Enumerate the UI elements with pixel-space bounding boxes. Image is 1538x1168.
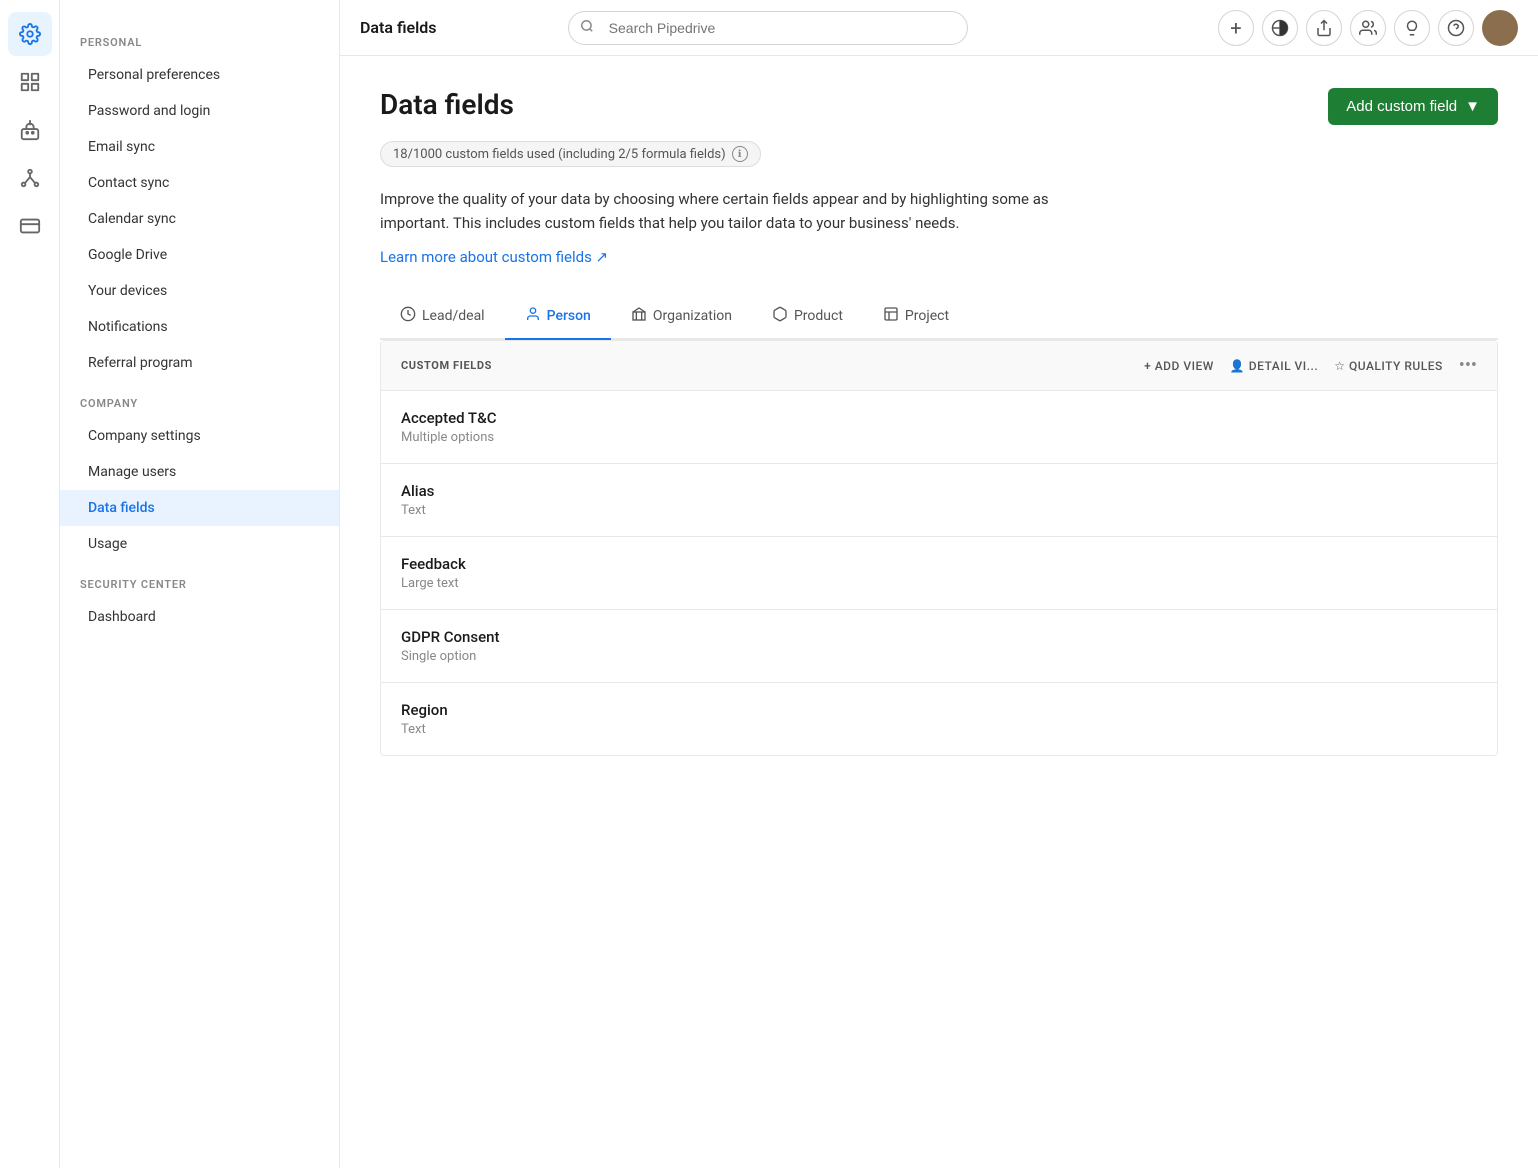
nav-item-calendar-sync[interactable]: Calendar sync bbox=[60, 201, 339, 237]
table-row[interactable]: Accepted T&C Multiple options bbox=[381, 391, 1497, 464]
field-name: Accepted T&C bbox=[401, 409, 1477, 427]
sidebar-icon-card[interactable] bbox=[8, 204, 52, 248]
tab-project-label: Project bbox=[905, 308, 949, 324]
nav-item-referral-program[interactable]: Referral program bbox=[60, 345, 339, 381]
page-title: Data fields bbox=[380, 88, 514, 121]
fields-table: CUSTOM FIELDS + ADD VIEW 👤 DETAIL VI... … bbox=[380, 340, 1498, 756]
nav-item-personal-preferences[interactable]: Personal preferences bbox=[60, 57, 339, 93]
search-bar bbox=[568, 11, 968, 45]
security-section-label: SECURITY CENTER bbox=[60, 562, 339, 599]
company-section-label: COMPANY bbox=[60, 381, 339, 418]
nav-item-email-sync[interactable]: Email sync bbox=[60, 129, 339, 165]
users-button[interactable] bbox=[1350, 10, 1386, 46]
usage-info-icon[interactable]: ℹ bbox=[732, 146, 748, 162]
tab-organization[interactable]: Organization bbox=[611, 294, 752, 340]
table-header-actions: + ADD VIEW 👤 DETAIL VI... ☆ QUALITY RULE… bbox=[1144, 355, 1477, 376]
top-bar: Data fields + bbox=[340, 0, 1538, 56]
field-name: Feedback bbox=[401, 555, 1477, 573]
sidebar-icon-hierarchy[interactable] bbox=[8, 156, 52, 200]
usage-badge-text: 18/1000 custom fields used (including 2/… bbox=[393, 147, 726, 162]
tab-lead-deal-icon bbox=[400, 306, 416, 326]
tab-person-icon bbox=[525, 306, 541, 326]
table-row[interactable]: Feedback Large text bbox=[381, 537, 1497, 610]
nav-item-manage-users[interactable]: Manage users bbox=[60, 454, 339, 490]
nav-item-your-devices[interactable]: Your devices bbox=[60, 273, 339, 309]
add-button[interactable]: + bbox=[1218, 10, 1254, 46]
add-view-label: + ADD VIEW bbox=[1144, 359, 1214, 373]
more-options-button[interactable]: ••• bbox=[1459, 355, 1477, 376]
table-header: CUSTOM FIELDS + ADD VIEW 👤 DETAIL VI... … bbox=[381, 341, 1497, 391]
tab-product[interactable]: Product bbox=[752, 294, 863, 340]
avatar[interactable] bbox=[1482, 10, 1518, 46]
detail-view-label: 👤 DETAIL VI... bbox=[1230, 359, 1318, 373]
bulb-button[interactable] bbox=[1394, 10, 1430, 46]
field-type: Text bbox=[401, 503, 1477, 518]
learn-more-link[interactable]: Learn more about custom fields ↗ bbox=[380, 248, 608, 266]
sidebar-icon-gear[interactable] bbox=[8, 12, 52, 56]
icon-sidebar bbox=[0, 0, 60, 1168]
main-content: Data fields + bbox=[340, 0, 1538, 1168]
add-custom-field-button[interactable]: Add custom field ▼ bbox=[1328, 88, 1498, 125]
nav-item-google-drive[interactable]: Google Drive bbox=[60, 237, 339, 273]
personal-section-label: PERSONAL bbox=[60, 20, 339, 57]
nav-item-data-fields[interactable]: Data fields bbox=[60, 490, 339, 526]
nav-item-contact-sync[interactable]: Contact sync bbox=[60, 165, 339, 201]
nav-item-usage[interactable]: Usage bbox=[60, 526, 339, 562]
tab-person-label: Person bbox=[547, 308, 591, 324]
tab-project-icon bbox=[883, 306, 899, 326]
tab-product-icon bbox=[772, 306, 788, 326]
nav-sidebar: PERSONAL Personal preferences Password a… bbox=[60, 0, 340, 1168]
sidebar-icon-robot[interactable] bbox=[8, 108, 52, 152]
table-row[interactable]: Alias Text bbox=[381, 464, 1497, 537]
add-custom-field-label: Add custom field bbox=[1346, 98, 1457, 115]
add-view-button[interactable]: + ADD VIEW bbox=[1144, 359, 1214, 373]
add-custom-field-chevron: ▼ bbox=[1465, 98, 1480, 115]
page-content: Data fields Add custom field ▼ 18/1000 c… bbox=[340, 56, 1538, 1168]
nav-item-password-login[interactable]: Password and login bbox=[60, 93, 339, 129]
tab-organization-label: Organization bbox=[653, 308, 732, 324]
detail-view-button[interactable]: 👤 DETAIL VI... bbox=[1230, 359, 1318, 373]
field-type: Large text bbox=[401, 576, 1477, 591]
tabs: Lead/deal Person Organization Product bbox=[380, 294, 1498, 340]
table-row[interactable]: GDPR Consent Single option bbox=[381, 610, 1497, 683]
top-bar-actions: + bbox=[1218, 10, 1518, 46]
sidebar-icon-grid[interactable] bbox=[8, 60, 52, 104]
description-text: Improve the quality of your data by choo… bbox=[380, 187, 1100, 235]
search-input[interactable] bbox=[568, 11, 968, 45]
field-name: GDPR Consent bbox=[401, 628, 1477, 646]
tab-project[interactable]: Project bbox=[863, 294, 969, 340]
more-options-label: ••• bbox=[1459, 355, 1477, 376]
tab-lead-deal-label: Lead/deal bbox=[422, 308, 485, 324]
theme-toggle-button[interactable] bbox=[1262, 10, 1298, 46]
nav-item-company-settings[interactable]: Company settings bbox=[60, 418, 339, 454]
field-type: Multiple options bbox=[401, 430, 1477, 445]
field-name: Region bbox=[401, 701, 1477, 719]
share-button[interactable] bbox=[1306, 10, 1342, 46]
field-type: Text bbox=[401, 722, 1477, 737]
table-row[interactable]: Region Text bbox=[381, 683, 1497, 755]
help-button[interactable] bbox=[1438, 10, 1474, 46]
top-bar-title: Data fields bbox=[360, 18, 437, 37]
tab-person[interactable]: Person bbox=[505, 294, 611, 340]
nav-item-notifications[interactable]: Notifications bbox=[60, 309, 339, 345]
quality-rules-label: ☆ QUALITY RULES bbox=[1334, 359, 1443, 373]
field-type: Single option bbox=[401, 649, 1477, 664]
search-icon bbox=[580, 19, 594, 37]
tab-organization-icon bbox=[631, 306, 647, 326]
field-name: Alias bbox=[401, 482, 1477, 500]
quality-rules-button[interactable]: ☆ QUALITY RULES bbox=[1334, 359, 1443, 373]
tab-product-label: Product bbox=[794, 308, 843, 324]
nav-item-dashboard[interactable]: Dashboard bbox=[60, 599, 339, 635]
tab-lead-deal[interactable]: Lead/deal bbox=[380, 294, 505, 340]
table-column-label: CUSTOM FIELDS bbox=[401, 359, 1144, 372]
page-header: Data fields Add custom field ▼ bbox=[380, 88, 1498, 125]
usage-badge: 18/1000 custom fields used (including 2/… bbox=[380, 141, 761, 167]
